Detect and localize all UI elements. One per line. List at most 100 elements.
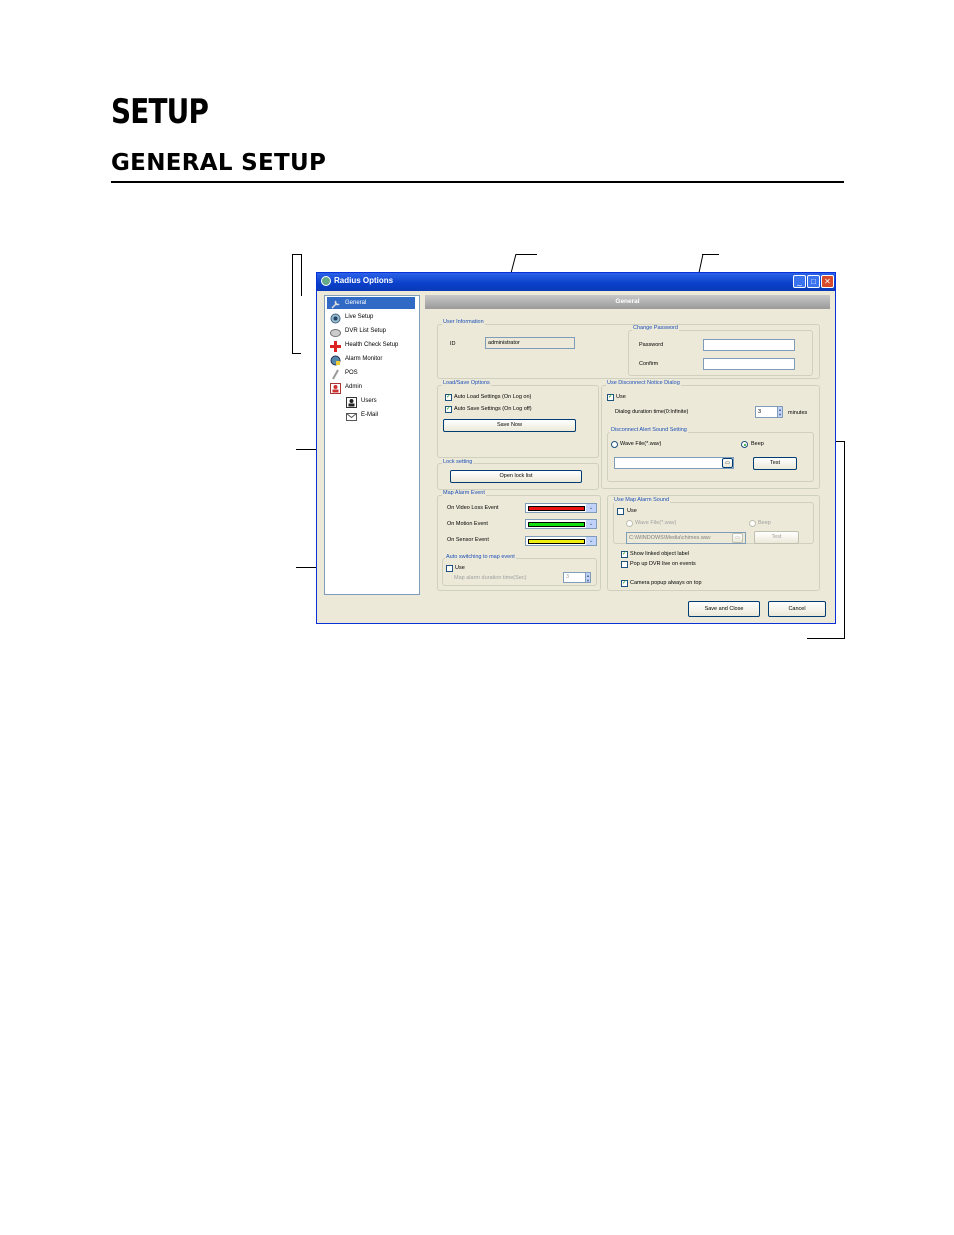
chevron-down-icon: ⌄ <box>586 520 596 528</box>
motion-label: On Motion Event <box>447 521 488 527</box>
admin-icon <box>330 381 341 394</box>
close-button[interactable]: ✕ <box>821 275 834 288</box>
video-loss-label: On Video Loss Event <box>447 505 499 511</box>
tree-item-general[interactable]: General <box>345 297 366 309</box>
dialog-duration-label: Dialog duration time(0:Infinite) <box>615 409 689 415</box>
map-sound-use-checkbox[interactable] <box>617 508 624 515</box>
map-alarm-duration-input[interactable]: 3 ▲ ▼ <box>563 572 591 583</box>
options-tree: General Live Setup DVR List Setup Health… <box>324 295 420 595</box>
map-wave-file-label: Wave File(*.wav) <box>635 520 677 526</box>
password-input[interactable] <box>703 339 795 351</box>
chevron-down-icon: ⌄ <box>586 537 596 545</box>
page-heading: SETUP <box>111 92 209 132</box>
motion-color-swatch <box>528 522 585 527</box>
alert-sound-legend: Disconnect Alert Sound Setting <box>610 427 688 433</box>
envelope-icon <box>346 409 357 421</box>
beep-label: Beep <box>751 441 764 447</box>
map-wave-file-radio[interactable] <box>626 520 633 527</box>
map-alarm-sound-legend: Use Map Alarm Sound <box>613 497 671 503</box>
auto-load-label: Auto Load Settings (On Log on) <box>454 394 532 400</box>
cancel-button[interactable]: Cancel <box>768 601 826 617</box>
maximize-button[interactable]: □ <box>807 275 820 288</box>
app-icon <box>321 276 331 286</box>
tree-item-dvr-list-setup[interactable]: DVR List Setup <box>345 325 386 337</box>
tree-item-health-check-setup[interactable]: Health Check Setup <box>345 339 398 351</box>
disconnect-use-checkbox[interactable]: ✓ <box>607 394 614 401</box>
heading-rule <box>111 181 844 183</box>
dialog-duration-value: 3 <box>758 409 762 415</box>
camera-popup-top-checkbox[interactable]: ✓ <box>621 580 628 587</box>
video-loss-color-swatch <box>528 506 585 511</box>
tree-item-users[interactable]: Users <box>361 395 377 407</box>
map-beep-label: Beep <box>758 520 771 526</box>
title-bar[interactable]: Radius Options _ □ ✕ <box>317 273 835 291</box>
map-sound-test-button[interactable]: Test <box>754 531 799 544</box>
tree-item-email[interactable]: E-Mail <box>361 409 378 421</box>
spin-arrows-icon[interactable]: ▲ ▼ <box>777 407 782 417</box>
popup-dvr-live-checkbox[interactable] <box>621 561 628 568</box>
window-title: Radius Options <box>334 276 394 285</box>
tree-item-admin[interactable]: Admin <box>345 381 362 393</box>
disconnect-test-button[interactable]: Test <box>753 457 797 470</box>
change-password-legend: Change Password <box>632 325 679 331</box>
alarm-monitor-icon <box>330 353 341 366</box>
tree-item-live-setup[interactable]: Live Setup <box>345 311 373 323</box>
page-subheading: GENERAL SETUP <box>111 150 327 176</box>
auto-save-label: Auto Save Settings (On Log off) <box>454 406 532 412</box>
wave-file-radio[interactable] <box>611 441 618 448</box>
wave-file-label: Wave File(*.wav) <box>620 441 662 447</box>
password-label: Password <box>639 342 664 348</box>
show-linked-label-checkbox[interactable]: ✓ <box>621 551 628 558</box>
disconnect-notice-legend: Use Disconnect Notice Dialog <box>606 380 681 386</box>
chevron-down-icon: ⌄ <box>586 504 596 512</box>
disconnect-use-label: Use <box>616 394 626 400</box>
dvr-icon <box>330 325 341 337</box>
panel-header: General <box>425 295 830 309</box>
auto-switching-legend: Auto switching to map event <box>445 554 516 560</box>
map-sound-use-label: Use <box>627 508 637 514</box>
wave-file-path-input[interactable] <box>614 457 734 469</box>
confirm-password-input[interactable] <box>703 358 795 370</box>
load-save-legend: Load/Save Options <box>442 380 491 386</box>
spin-arrows-icon[interactable]: ▲ ▼ <box>585 573 590 583</box>
sensor-color-swatch <box>528 539 585 544</box>
motion-color-select[interactable]: ⌄ <box>525 519 597 529</box>
map-alarm-event-legend: Map Alarm Event <box>442 490 486 496</box>
save-and-close-button[interactable]: Save and Close <box>688 601 760 617</box>
sensor-color-select[interactable]: ⌄ <box>525 536 597 546</box>
id-label: ID <box>450 341 456 347</box>
health-cross-icon <box>330 339 341 352</box>
user-icon <box>346 395 357 408</box>
radius-options-window: Radius Options _ □ ✕ General Live Setup … <box>316 272 836 624</box>
auto-switching-use-checkbox[interactable] <box>446 565 453 572</box>
camera-icon <box>330 311 341 324</box>
confirm-label: Confirm <box>639 361 659 367</box>
popup-dvr-live-label: Pop up DVR live on events <box>630 561 696 567</box>
wrench-icon <box>330 297 341 309</box>
map-alarm-duration-value: 3 <box>566 574 570 580</box>
map-sound-path-input[interactable]: C:\WINDOWS\Media\chimes.wav <box>626 532 746 544</box>
tree-item-pos[interactable]: POS <box>345 367 358 379</box>
folder-icon[interactable]: ▭ <box>732 533 743 543</box>
auto-load-checkbox[interactable]: ✓ <box>445 394 452 401</box>
map-alarm-duration-label: Map alarm duration time(Sec) <box>454 575 527 581</box>
pos-icon <box>330 367 341 380</box>
tree-item-alarm-monitor[interactable]: Alarm Monitor <box>345 353 382 365</box>
open-lock-list-button[interactable]: Open lock list <box>450 470 582 483</box>
auto-save-checkbox[interactable]: ✓ <box>445 406 452 413</box>
user-information-legend: User Information <box>442 319 485 325</box>
beep-radio[interactable] <box>741 441 748 448</box>
minutes-label: minutes <box>788 410 808 416</box>
map-beep-radio[interactable] <box>749 520 756 527</box>
id-field: administrator <box>485 337 575 349</box>
auto-switching-use-label: Use <box>455 565 465 571</box>
video-loss-color-select[interactable]: ⌄ <box>525 503 597 513</box>
save-now-button[interactable]: Save Now <box>443 419 576 432</box>
sensor-label: On Sensor Event <box>447 537 489 543</box>
dialog-duration-input[interactable]: 3 ▲ ▼ <box>755 406 783 418</box>
show-linked-label-text: Show linked object label <box>630 551 690 557</box>
minimize-button[interactable]: _ <box>793 275 806 288</box>
lock-setting-legend: Lock setting <box>442 459 474 465</box>
folder-icon[interactable]: ▭ <box>722 458 733 468</box>
camera-popup-top-label: Camera popup always on top <box>630 580 702 586</box>
